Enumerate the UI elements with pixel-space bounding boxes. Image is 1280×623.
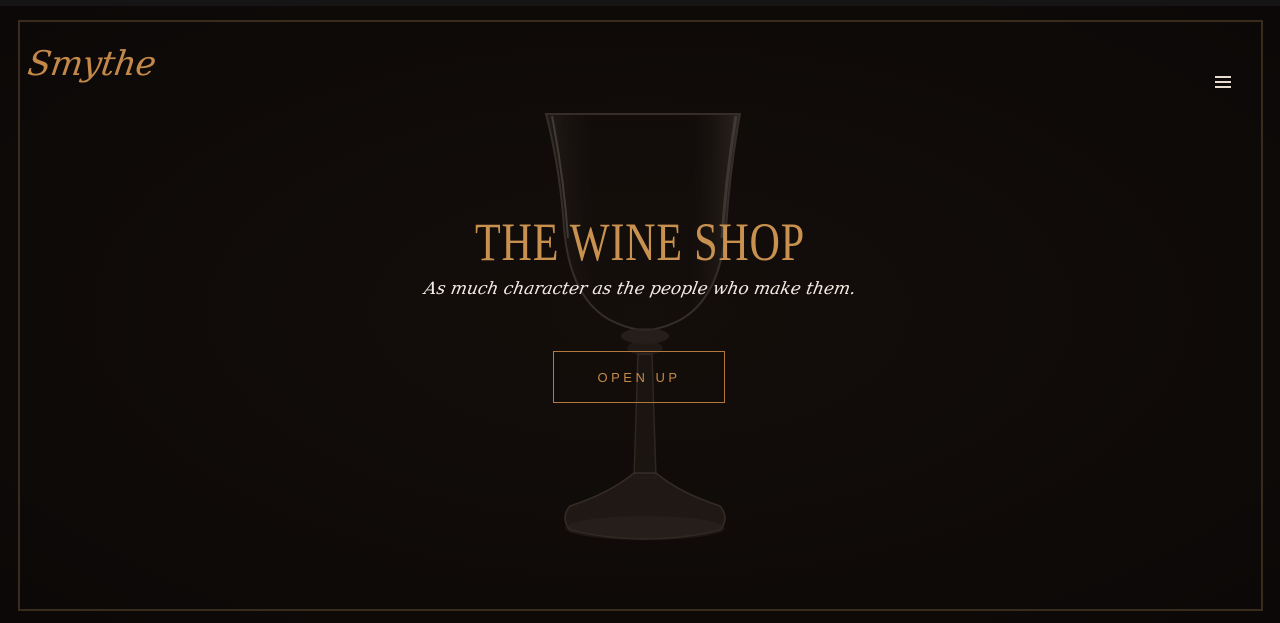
brand-logo[interactable]: Smythe [25,44,158,84]
open-up-button[interactable]: OPEN UP [553,351,725,403]
top-bar [0,0,1280,6]
menu-button[interactable] [1208,68,1238,96]
hamburger-menu-icon [1208,68,1238,96]
hero-section: THE WINE SHOP As much character as the p… [0,208,1280,302]
page: Smythe THE WINE SHOP As much character a… [0,0,1280,623]
hero-title: THE WINE SHOP [475,212,805,272]
wine-glass-image [530,108,760,558]
hero-tagline: As much character as the people who make… [422,279,858,299]
